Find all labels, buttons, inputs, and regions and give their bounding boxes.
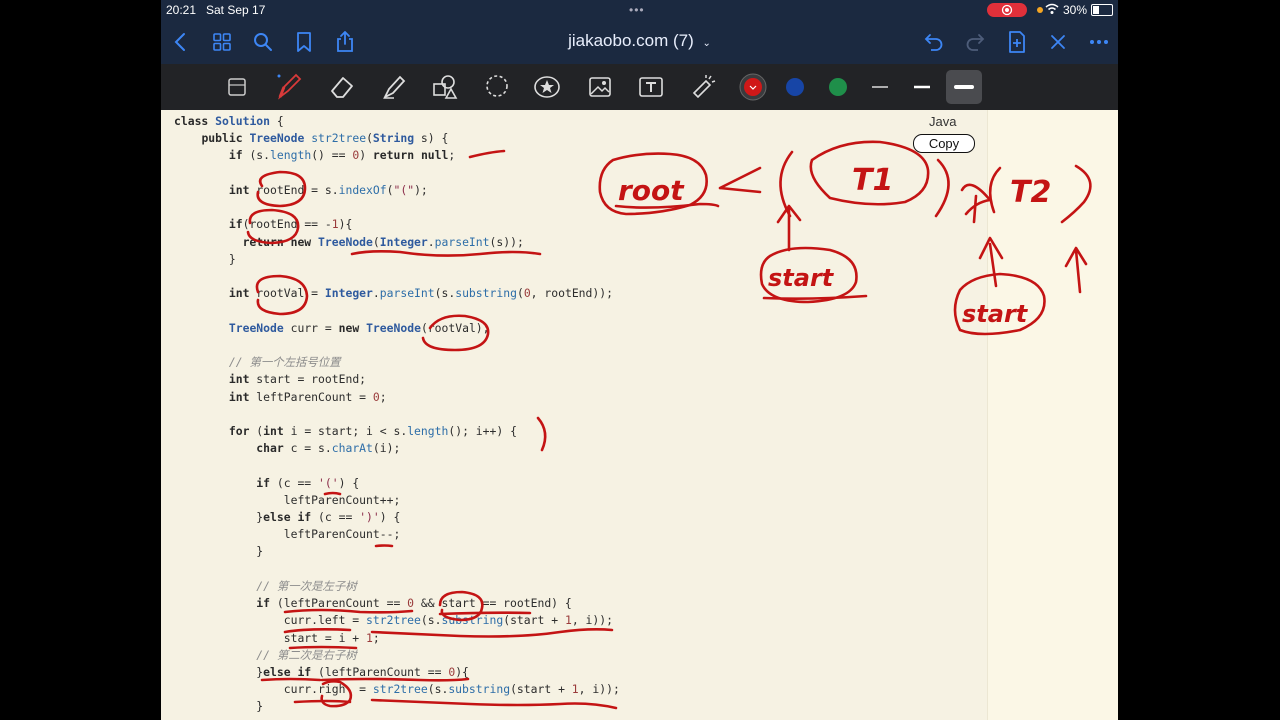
code-line: for (int i = start; i < s.length(); i++)…	[228, 423, 517, 438]
chevron-down-icon: ⌄	[702, 38, 711, 49]
pen-icon[interactable]	[273, 71, 305, 103]
code-line: }else if (leftParenCount == 0){	[174, 665, 469, 679]
code-line: }	[174, 544, 264, 559]
code-line: TreeNode curr = new TreeNode(rootVal);	[228, 320, 490, 335]
code-line: int leftParenCount = 0;	[228, 389, 387, 404]
text-box-icon[interactable]	[635, 71, 667, 103]
code-line: // 第二次是右子树	[256, 647, 357, 662]
highlighter-icon[interactable]	[378, 71, 410, 103]
stroke-medium-option[interactable]	[906, 71, 938, 103]
wifi-icon	[1045, 3, 1059, 18]
code-line: }	[174, 251, 236, 266]
code-line: }	[174, 699, 264, 714]
more-icon[interactable]	[1085, 28, 1113, 56]
code-line: curr.left = str2tree(s.substring(start +…	[174, 613, 613, 628]
recording-indicator-icon	[987, 3, 1027, 17]
code-line: class Solution {	[174, 114, 284, 128]
code-line: if (leftParenCount == 0 && start == root…	[256, 596, 572, 611]
add-page-icon[interactable]	[1003, 28, 1031, 56]
code-line: // 第一个左括号位置	[228, 355, 341, 370]
shapes-icon[interactable]	[429, 71, 461, 103]
code-line: }else if (c == ')') {	[174, 510, 401, 525]
multitask-dots-icon[interactable]: •••	[629, 3, 645, 17]
code-line: leftParenCount--;	[174, 527, 401, 542]
code-line: if (s.length() == 0) return null;	[228, 148, 456, 163]
status-bar: 20:21 Sat Sep 17 ••• 30%	[161, 0, 1118, 20]
code-line: int start = rootEnd;	[228, 372, 367, 387]
code-line: start = i + 1;	[174, 630, 380, 645]
code-line: public TreeNode str2tree(String s) {	[201, 131, 449, 146]
copy-button[interactable]: Copy	[913, 134, 975, 153]
sticker-icon[interactable]	[531, 71, 563, 103]
redo-icon[interactable]	[961, 28, 989, 56]
code-line: // 第一次是左子树	[256, 578, 357, 593]
image-icon[interactable]	[584, 71, 616, 103]
code-line: curr.righ = str2tree(s.substring(start +…	[174, 682, 620, 697]
document-title: jiakaobo.com (7)	[568, 31, 694, 50]
close-icon[interactable]	[1044, 28, 1072, 56]
code-line: if (c == '(') {	[256, 475, 360, 490]
undo-icon[interactable]	[920, 28, 948, 56]
battery-percent: 30%	[1063, 3, 1088, 17]
page-margin	[987, 110, 1118, 720]
code-line: return new TreeNode(Integer.parseInt(s))…	[242, 234, 524, 249]
color-green-swatch[interactable]	[822, 71, 854, 103]
navigation-bar: jiakaobo.com (7) ⌄	[161, 20, 1118, 64]
stroke-thin-option[interactable]	[864, 71, 896, 103]
stroke-thick-option[interactable]	[946, 70, 982, 104]
status-date: Sat Sep 17	[206, 3, 266, 17]
battery-icon	[1091, 4, 1113, 16]
page-select-icon[interactable]	[221, 71, 253, 103]
laser-pointer-icon[interactable]	[687, 71, 719, 103]
annotation-toolbar	[161, 64, 1118, 110]
mic-dot-icon	[1037, 7, 1043, 13]
code-line: int rootEnd = s.indexOf("(");	[228, 182, 428, 197]
code-line: char c = s.charAt(i);	[256, 441, 401, 456]
eraser-icon[interactable]	[326, 71, 358, 103]
ipad-screen: 20:21 Sat Sep 17 ••• 30% jiakaobo.com (7…	[161, 0, 1118, 720]
status-time: 20:21	[166, 3, 197, 17]
color-blue-swatch[interactable]	[779, 71, 811, 103]
code-line: if(rootEnd == -1){	[228, 217, 353, 232]
code-block: class Solution { public TreeNode str2tre…	[174, 113, 620, 716]
lasso-icon[interactable]	[481, 71, 513, 103]
code-language-label: Java	[929, 114, 957, 129]
color-red-swatch[interactable]	[737, 71, 769, 103]
code-line: leftParenCount++;	[174, 492, 401, 507]
code-line: int rootVal = Integer.parseInt(s.substri…	[228, 286, 613, 301]
